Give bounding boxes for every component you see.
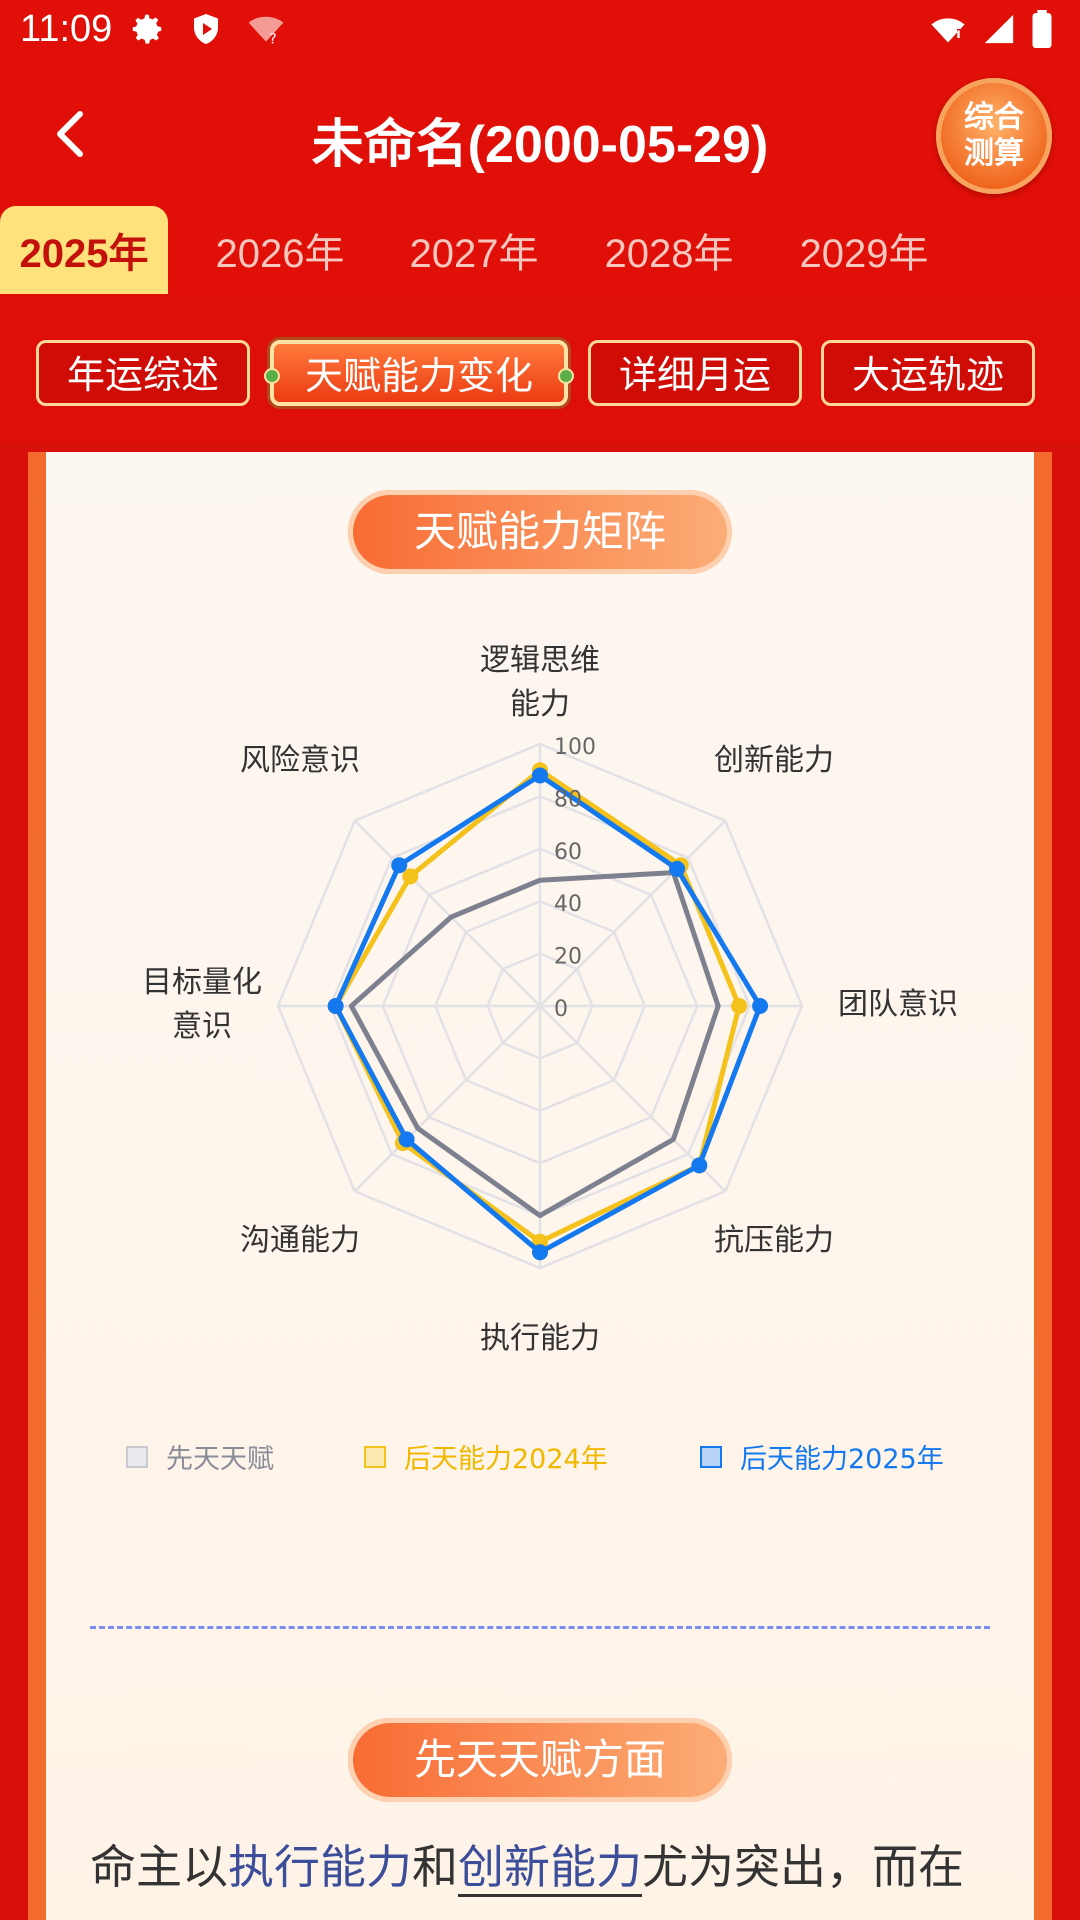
settings-gear-icon <box>132 14 162 44</box>
section-divider <box>90 1626 990 1629</box>
legend-label-innate: 先天天赋 <box>166 1444 274 1475</box>
radar-series-point <box>532 1244 548 1261</box>
status-time: 11:09 <box>20 8 113 50</box>
desc-highlight-execution[interactable]: 执行能力 <box>228 1840 412 1894</box>
calc-badge-line1: 综合 <box>964 100 1024 135</box>
radar-tick-label: 100 <box>554 735 596 760</box>
legend-swatch-innate <box>126 1445 148 1468</box>
shield-play-icon <box>194 14 218 44</box>
radar-series-point <box>398 1131 415 1148</box>
page-title: 未命名(2000-05-29) <box>311 116 769 174</box>
tab-year-2026[interactable]: 2026年 <box>196 206 364 294</box>
tab-year-2027[interactable]: 2027年 <box>390 206 558 294</box>
svg-text:?: ? <box>269 31 277 47</box>
year-tabs: 2025年 2026年 2027年 2028年 2029年 <box>0 206 1080 296</box>
radar-series-point <box>327 998 344 1014</box>
desc-highlight-innovation[interactable]: 创新能力 <box>458 1840 642 1897</box>
tab-year-2025[interactable]: 2025年 <box>0 206 168 294</box>
desc-text-1: 命主以 <box>90 1840 228 1894</box>
legend-label-2024: 后天能力2024年 <box>404 1444 608 1475</box>
desc-text-2: 和 <box>412 1840 458 1894</box>
cell-signal-icon <box>984 14 1014 44</box>
tab-monthly-detail[interactable]: 详细月运 <box>588 340 802 406</box>
legend-label-2025: 后天能力2025年 <box>740 1444 944 1475</box>
radar-tick-label: 40 <box>554 892 582 917</box>
radar-tick-label: 20 <box>554 945 582 970</box>
legend-swatch-2024 <box>364 1445 386 1468</box>
legend-item-innate[interactable]: 先天天赋 <box>126 1437 274 1476</box>
calc-badge-line2: 测算 <box>964 136 1024 171</box>
section-title-innate-talent: 先天天赋方面 <box>348 1718 732 1802</box>
content-card: 天赋能力矩阵 0 20 40 60 80 100 逻辑思维 能力 创新能力 团队意识 抗压能力 执行能… <box>28 452 1052 1920</box>
radar-indicator-label: 创新能力 <box>714 743 834 778</box>
content-card-inner: 天赋能力矩阵 0 20 40 60 80 100 逻辑思维 能力 创新能力 团队意识 抗压能力 执行能… <box>46 452 1034 1920</box>
radar-indicator-label: 目标量化 <box>142 965 262 1000</box>
radar-indicator-label: 沟通能力 <box>240 1223 360 1258</box>
radar-series-point <box>391 857 408 874</box>
radar-series-point <box>532 767 548 784</box>
radar-chart-svg: 0 20 40 60 80 100 逻辑思维能力创新能力团队意识抗压能力执行能力 沟通能力 目标… <box>142 643 958 1356</box>
status-bar: 11:09 ? <box>0 0 1080 64</box>
tab-talent-change[interactable]: 天赋能力变化 <box>264 340 574 406</box>
radar-series-point <box>691 1157 708 1174</box>
comprehensive-calc-button[interactable]: 综合 测算 <box>936 78 1052 194</box>
section-title-talent-matrix: 天赋能力矩阵 <box>348 490 732 574</box>
tab-year-2029[interactable]: 2029年 <box>780 206 948 294</box>
radar-indicator-label: 抗压能力 <box>714 1223 834 1258</box>
legend-item-2024[interactable]: 后天能力2024年 <box>364 1437 608 1476</box>
radar-series-point <box>669 860 686 877</box>
radar-tick-label: 80 <box>554 787 582 812</box>
status-icons-right <box>928 10 1054 48</box>
tab-luck-trajectory[interactable]: 大运轨迹 <box>821 340 1035 406</box>
tab-annual-summary[interactable]: 年运综述 <box>36 340 250 406</box>
status-icons-left: ? <box>128 10 286 48</box>
radar-tick-label: 60 <box>554 840 582 865</box>
radar-series-point <box>752 998 769 1014</box>
radar-tick-label: 0 <box>554 997 568 1022</box>
wifi-unknown-icon: ? <box>248 16 284 47</box>
legend-item-2025[interactable]: 后天能力2025年 <box>700 1437 944 1476</box>
radar-indicator-label: 风险意识 <box>240 743 360 778</box>
radar-indicator-label: 执行能力 <box>480 1321 600 1356</box>
chart-legend: 先天天赋 后天能力2024年 后天能力2025年 <box>46 1437 1034 1487</box>
app-header: 未命名(2000-05-29) 综合 测算 <box>0 64 1080 206</box>
desc-text-3: 尤为突出，而在 <box>642 1840 964 1894</box>
battery-icon <box>1032 10 1052 48</box>
wifi-icon <box>931 18 965 43</box>
radar-series-point <box>731 998 748 1014</box>
radar-indicator-label: 能力 <box>510 687 570 722</box>
legend-swatch-2025 <box>700 1445 722 1468</box>
description-paragraph: 命主以执行能力和创新能力尤为突出，而在 <box>90 1832 1010 1902</box>
radar-indicator-label: 逻辑思维 <box>480 643 600 678</box>
sub-tabs: 年运综述 天赋能力变化 详细月运 大运轨迹 <box>0 294 1080 444</box>
tab-year-2028[interactable]: 2028年 <box>585 206 753 294</box>
radar-indicator-label: 意识 <box>172 1009 232 1044</box>
radar-chart: 0 20 40 60 80 100 逻辑思维能力创新能力团队意识抗压能力执行能力 沟通能力 目标… <box>46 632 1034 1392</box>
radar-indicator-label: 团队意识 <box>838 987 958 1022</box>
